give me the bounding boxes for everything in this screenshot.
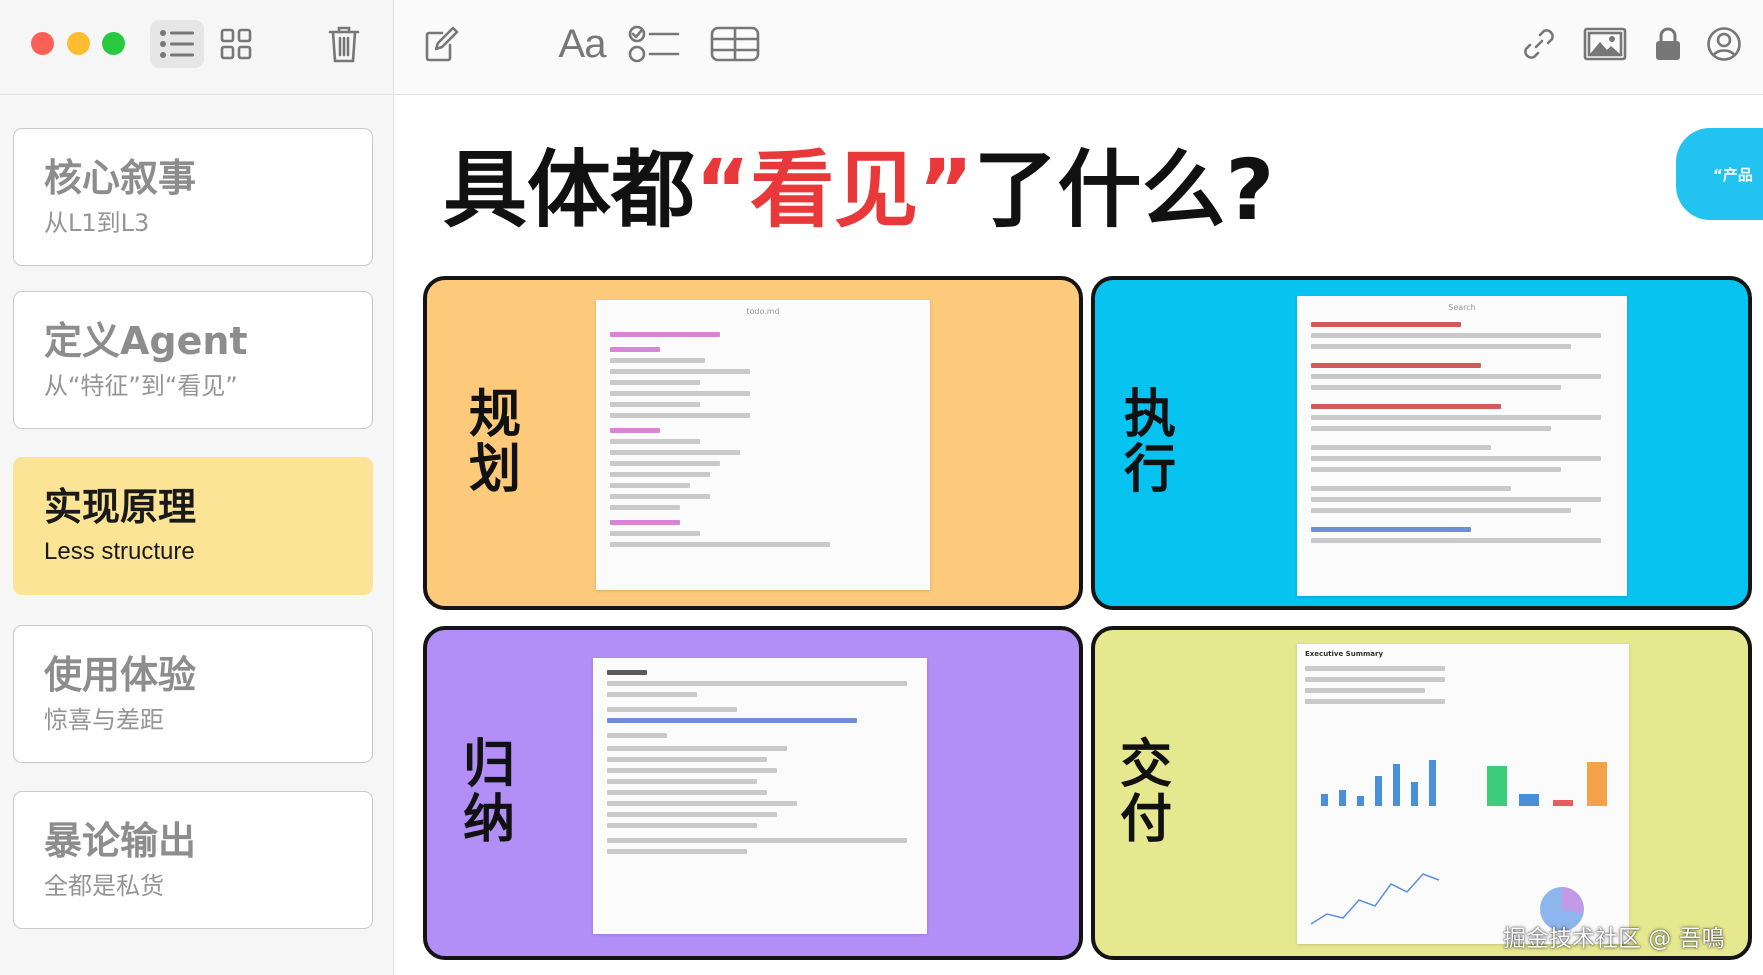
panel-label: 交付: [1119, 735, 1172, 850]
panel-execution: 执行 Search: [1091, 276, 1752, 610]
sidebar-toolbar: [0, 0, 394, 95]
screenshot-title: Search: [1448, 303, 1476, 312]
editor-toolbar: Aa: [394, 0, 1763, 95]
next-slide-peek[interactable]: “产品: [1676, 128, 1763, 220]
close-window-button[interactable]: [31, 32, 54, 55]
watermark: 掘金技术社区 @ 吾鳴: [1503, 926, 1725, 952]
screenshot-title: todo.md: [746, 307, 780, 316]
panel-planning: 规划 todo.md: [423, 276, 1083, 610]
slide-list: 核心叙事 从L1到L3 定义Agent 从“特征”到“看见” 实现原理 Less…: [0, 95, 394, 975]
slide-card-define-agent[interactable]: 定义Agent 从“特征”到“看见”: [13, 291, 373, 429]
heading-pre: 具体都: [443, 141, 696, 239]
slide-card-subtitle: 从L1到L3: [44, 209, 150, 237]
grid-view-icon[interactable]: [212, 20, 260, 68]
dashboard-charts: [1310, 760, 1607, 931]
link-icon[interactable]: [1515, 20, 1563, 68]
zoom-window-button[interactable]: [102, 32, 125, 55]
slide-heading: 具体都“看见”了什么?: [443, 135, 1274, 245]
font-format-icon[interactable]: Aa: [552, 18, 612, 70]
slide-card-title: 使用体验: [44, 653, 197, 697]
slide-card-subtitle: 全都是私货: [44, 872, 164, 900]
summarizing-screenshot: [593, 658, 927, 934]
slide-card-user-experience[interactable]: 使用体验 惊喜与差距: [13, 625, 373, 763]
panel-label: 归纳: [462, 735, 515, 850]
slide-card-title: 实现原理: [44, 485, 197, 529]
compose-icon[interactable]: [420, 20, 464, 68]
execution-screenshot: Search: [1297, 296, 1627, 596]
slide-card-hot-takes[interactable]: 暴论输出 全都是私货: [13, 791, 373, 929]
table-icon[interactable]: [704, 20, 766, 68]
slide-card-implementation[interactable]: 实现原理 Less structure: [13, 457, 373, 595]
trash-icon[interactable]: [322, 20, 366, 68]
planning-screenshot: todo.md: [596, 300, 930, 590]
screenshot-title: Executive Summary: [1305, 650, 1384, 658]
account-icon[interactable]: [1700, 20, 1748, 68]
slide-card-title: 定义Agent: [44, 319, 248, 363]
panel-summarizing: 归纳: [423, 626, 1083, 960]
slide-card-title: 暴论输出: [44, 819, 197, 863]
image-icon[interactable]: [1580, 20, 1630, 68]
heading-post: 了什么?: [973, 141, 1275, 239]
panel-label: 执行: [1123, 385, 1176, 500]
list-view-icon[interactable]: [150, 20, 204, 68]
slide-card-subtitle: 惊喜与差距: [44, 706, 164, 734]
panel-delivery: 交付 Executive Summary: [1091, 626, 1752, 960]
slide-card-title: 核心叙事: [44, 156, 197, 200]
slide-card-core-narrative[interactable]: 核心叙事 从L1到L3: [13, 128, 373, 266]
slide-card-subtitle: 从“特征”到“看见”: [44, 372, 238, 400]
panel-label: 规划: [468, 385, 521, 500]
minimize-window-button[interactable]: [67, 32, 90, 55]
delivery-screenshot: Executive Summary: [1297, 644, 1629, 944]
slide-card-subtitle: Less structure: [44, 538, 195, 565]
checklist-icon[interactable]: [626, 20, 682, 68]
lock-icon[interactable]: [1648, 20, 1688, 68]
heading-accent: “看见”: [695, 141, 974, 239]
